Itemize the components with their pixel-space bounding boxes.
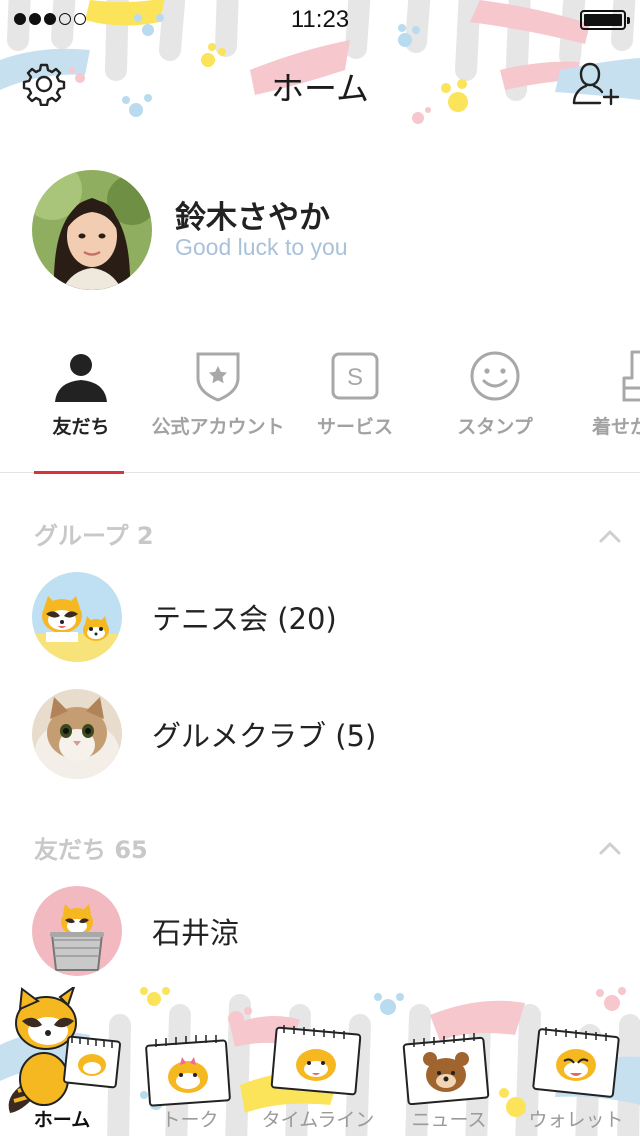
chevron-up-icon[interactable] (598, 528, 622, 544)
tab-label: 公式アカウント (151, 416, 285, 438)
friend-avatar (32, 886, 122, 976)
news-tab-icon[interactable] (402, 1033, 492, 1105)
svg-text:S: S (347, 364, 363, 391)
groups-section-header[interactable]: グループ 2 (34, 516, 154, 551)
tab-official-accounts[interactable]: 公式アカウント (146, 340, 290, 473)
profile-avatar[interactable] (32, 170, 152, 290)
my-profile[interactable]: 鈴木さやか Good luck to you (32, 170, 608, 290)
status-bar: 11:23 (0, 0, 640, 40)
nav-news[interactable]: ニュース (404, 1105, 494, 1132)
profile-name: 鈴木さやか (175, 200, 330, 236)
group-avatar (32, 689, 122, 779)
list-item[interactable]: テニス会 (20) (0, 566, 640, 666)
group-name: グルメクラブ (5) (152, 719, 377, 753)
person-icon (55, 354, 107, 402)
timeline-tab-icon[interactable] (270, 1021, 364, 1097)
category-tabs: 友だち 公式アカウント S サービス スタンプ 着せかえ (0, 340, 640, 474)
nav-home[interactable]: ホーム (22, 1105, 102, 1132)
nav-talk[interactable]: トーク (148, 1105, 232, 1132)
tab-label: 友だち (52, 416, 110, 438)
add-user-icon[interactable] (572, 60, 620, 108)
home-tab-icon[interactable] (4, 987, 124, 1115)
tab-themes[interactable]: 着せかえ (586, 340, 640, 473)
smiley-icon (470, 351, 520, 401)
group-avatar (32, 572, 122, 662)
tab-friends[interactable]: 友だち (26, 340, 136, 474)
wallet-tab-icon[interactable] (530, 1023, 622, 1099)
talk-tab-icon[interactable] (144, 1035, 234, 1107)
active-tab-indicator (34, 471, 124, 474)
nav-wallet[interactable]: ウォレット (520, 1105, 632, 1132)
friends-section-header[interactable]: 友だち 65 (34, 830, 148, 865)
nav-timeline[interactable]: タイムライン (256, 1105, 380, 1132)
brush-icon (622, 350, 640, 402)
bottom-navigation: ホーム トーク タイムライン ニュース ウォレット (0, 985, 640, 1136)
tab-label: スタンプ (457, 416, 533, 438)
chevron-up-icon[interactable] (598, 840, 622, 856)
tab-services[interactable]: S サービス (300, 340, 410, 473)
tab-label: サービス (316, 416, 393, 438)
tab-label: 着せかえ (592, 416, 640, 438)
battery-icon (580, 10, 630, 30)
list-item[interactable]: グルメクラブ (5) (0, 683, 640, 783)
service-icon: S (331, 352, 379, 400)
status-time: 11:23 (290, 6, 350, 33)
group-name: テニス会 (20) (152, 602, 337, 636)
header: 11:23 ホーム (0, 0, 640, 130)
profile-status-message: Good luck to you (175, 234, 348, 260)
tab-stickers[interactable]: スタンプ (440, 340, 550, 473)
official-badge-icon (196, 352, 240, 402)
list-item[interactable]: 石井涼 (0, 880, 640, 980)
page-title: ホーム (270, 69, 369, 108)
friend-name: 石井涼 (152, 916, 240, 950)
